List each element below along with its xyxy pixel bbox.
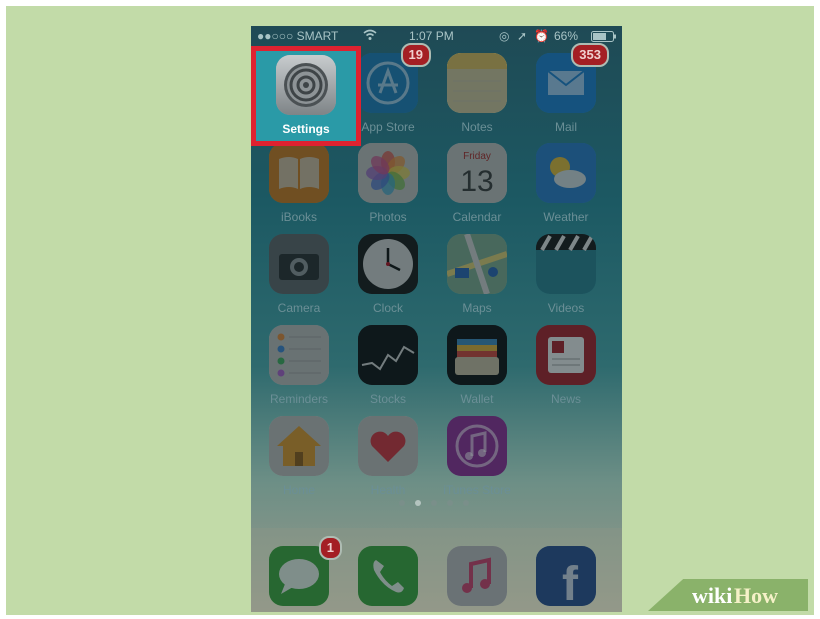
clock-icon bbox=[358, 234, 418, 294]
facebook-icon: f bbox=[536, 546, 596, 606]
alarm-icon: ⏰ bbox=[534, 29, 549, 43]
app-health[interactable]: Health bbox=[353, 416, 423, 504]
app-label: Notes bbox=[461, 120, 493, 134]
photos-icon bbox=[358, 143, 418, 203]
app-app-store[interactable]: App Store 19 bbox=[353, 43, 431, 141]
music-icon bbox=[447, 546, 507, 606]
wifi-icon bbox=[363, 29, 377, 44]
app-label: Wallet bbox=[460, 392, 494, 406]
app-label: Maps bbox=[462, 301, 492, 315]
app-label: Photos bbox=[369, 210, 407, 224]
clock-label: 1:07 PM bbox=[409, 29, 454, 43]
itunes-icon bbox=[447, 416, 507, 476]
app-music[interactable]: Music bbox=[442, 546, 512, 612]
app-label: Settings bbox=[282, 122, 330, 136]
camera-icon bbox=[269, 234, 329, 294]
news-icon bbox=[536, 325, 596, 385]
book-icon bbox=[269, 143, 329, 203]
page-dot bbox=[415, 500, 421, 506]
watermark-part2: How bbox=[734, 583, 778, 608]
app-label: Stocks bbox=[369, 392, 406, 406]
reminders-icon bbox=[269, 325, 329, 385]
watermark-part1: wiki bbox=[692, 583, 733, 608]
app-messages[interactable]: Messages1 bbox=[264, 536, 342, 612]
app-wallet[interactable]: Wallet bbox=[442, 325, 512, 413]
app-weather[interactable]: Weather bbox=[531, 143, 601, 231]
page-dot bbox=[431, 500, 437, 506]
app-settings[interactable]: Settings bbox=[271, 55, 341, 143]
page-dot bbox=[447, 500, 453, 506]
app-maps[interactable]: Maps bbox=[442, 234, 512, 322]
app-label: News bbox=[550, 392, 581, 406]
app-photos[interactable]: Photos bbox=[353, 143, 423, 231]
app-label: Videos bbox=[547, 301, 585, 315]
wallet-icon bbox=[447, 325, 507, 385]
wikihow-logo: wiki How bbox=[648, 579, 808, 611]
app-news[interactable]: News bbox=[531, 325, 601, 413]
home-icon bbox=[269, 416, 329, 476]
battery-percent: 66% bbox=[554, 29, 579, 43]
app-clock[interactable]: Clock bbox=[353, 234, 423, 322]
clapper-icon bbox=[536, 234, 596, 294]
carrier-label: ●●○○○ SMART bbox=[257, 29, 339, 43]
app-stocks[interactable]: Stocks bbox=[353, 325, 423, 413]
app-label: Clock bbox=[372, 301, 403, 315]
app-home[interactable]: Home bbox=[264, 416, 334, 504]
app-label: iTunes Store bbox=[443, 483, 511, 497]
app-label: iBooks bbox=[280, 210, 318, 224]
app-facebook[interactable]: fFacebook bbox=[531, 546, 601, 612]
app-ibooks[interactable]: iBooks bbox=[264, 143, 334, 231]
app-label: Camera bbox=[277, 301, 321, 315]
app-label: Mail bbox=[554, 120, 577, 134]
app-notes[interactable]: Notes bbox=[442, 53, 512, 141]
app-camera[interactable]: Camera bbox=[264, 234, 334, 322]
app-videos[interactable]: Videos bbox=[531, 234, 601, 322]
app-mail[interactable]: Mail 353 bbox=[531, 43, 609, 141]
app-phone[interactable]: Phone bbox=[353, 546, 423, 612]
image-frame: ●●○○○ SMART 1:07 PM ◎ ➚ ⏰ 66% App Store 1… bbox=[6, 6, 814, 615]
gear-icon bbox=[276, 55, 336, 115]
page-indicator bbox=[399, 500, 475, 508]
page-dot bbox=[399, 500, 405, 506]
app-label: Weather bbox=[543, 210, 589, 224]
dock: Messages1Phone Music fFacebook bbox=[251, 528, 622, 612]
location-icon: ➚ bbox=[517, 29, 528, 43]
app-itunes-store[interactable]: iTunes Store bbox=[442, 416, 512, 504]
notification-badge: 19 bbox=[400, 43, 431, 67]
app-label: Reminders bbox=[269, 392, 329, 406]
calendar-icon: Friday13 bbox=[447, 143, 507, 203]
weather-icon bbox=[536, 143, 596, 203]
heart-icon bbox=[358, 416, 418, 476]
notification-badge: 353 bbox=[571, 43, 609, 67]
app-label: Home bbox=[282, 483, 315, 497]
rotation-lock-icon: ◎ bbox=[499, 29, 510, 43]
page-dot bbox=[463, 500, 469, 506]
stocks-icon bbox=[358, 325, 418, 385]
status-bar: ●●○○○ SMART 1:07 PM ◎ ➚ ⏰ 66% bbox=[251, 26, 622, 46]
app-label: Calendar bbox=[452, 210, 502, 224]
notification-badge: 1 bbox=[318, 536, 342, 560]
app-reminders[interactable]: Reminders bbox=[264, 325, 334, 413]
notes-icon bbox=[447, 53, 507, 113]
maps-icon bbox=[447, 234, 507, 294]
settings-highlight[interactable]: Settings bbox=[251, 46, 361, 146]
app-label: Health bbox=[370, 483, 406, 497]
app-calendar[interactable]: Friday13 Calendar bbox=[442, 143, 512, 231]
phone-icon bbox=[358, 546, 418, 606]
